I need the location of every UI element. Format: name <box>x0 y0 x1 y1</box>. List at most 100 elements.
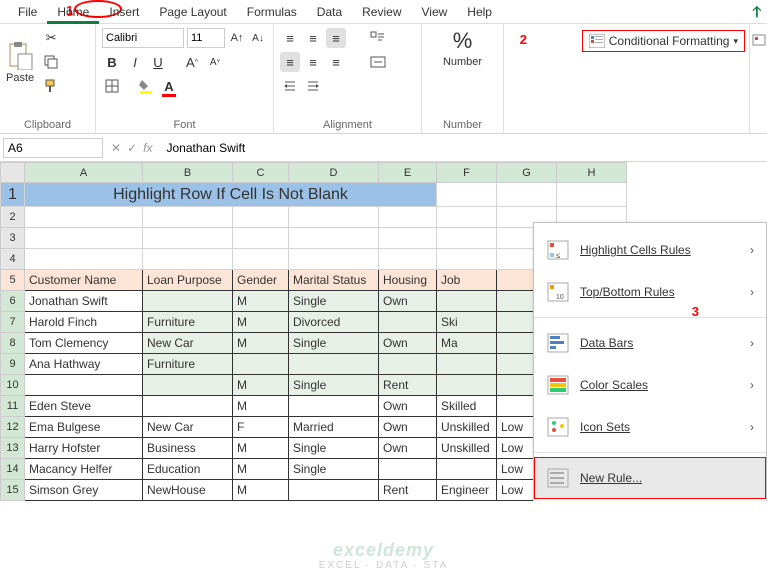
increase-font-a-button[interactable]: A^ <box>182 52 202 72</box>
cell[interactable] <box>379 207 437 228</box>
cell[interactable] <box>497 183 557 207</box>
cell[interactable]: Married <box>289 417 379 438</box>
cell[interactable] <box>233 228 289 249</box>
cell[interactable]: Rent <box>379 480 437 501</box>
cell[interactable] <box>289 354 379 375</box>
share-icon[interactable] <box>749 5 767 19</box>
cell[interactable]: Unskilled <box>437 438 497 459</box>
menu-data-bars[interactable]: Data Bars › <box>534 322 766 364</box>
paste-button[interactable]: Paste <box>6 40 34 84</box>
cell[interactable]: Furniture <box>143 354 233 375</box>
cell[interactable]: Single <box>289 291 379 312</box>
align-left-button[interactable]: ≡ <box>280 52 300 72</box>
cell[interactable] <box>437 354 497 375</box>
cell[interactable]: M <box>233 375 289 396</box>
cell[interactable]: Ana Hathway <box>25 354 143 375</box>
cell[interactable] <box>437 207 497 228</box>
cell[interactable]: Skilled <box>437 396 497 417</box>
cell[interactable]: M <box>233 291 289 312</box>
cell[interactable] <box>379 459 437 480</box>
cell[interactable]: M <box>233 480 289 501</box>
menu-formulas[interactable]: Formulas <box>237 2 307 22</box>
cell[interactable] <box>379 228 437 249</box>
cell[interactable]: Single <box>289 438 379 459</box>
menu-color-scales[interactable]: Color Scales › <box>534 364 766 406</box>
cell[interactable] <box>143 228 233 249</box>
row-head-1[interactable]: 1 <box>1 183 25 207</box>
cell[interactable] <box>25 228 143 249</box>
cell[interactable]: Education <box>143 459 233 480</box>
row-head-5[interactable]: 5 <box>1 270 25 291</box>
cell[interactable] <box>289 396 379 417</box>
row-head-4[interactable]: 4 <box>1 249 25 270</box>
cell[interactable]: Own <box>379 333 437 354</box>
cell[interactable] <box>233 249 289 270</box>
increase-indent-button[interactable] <box>303 76 323 96</box>
cell[interactable]: Harry Hofster <box>25 438 143 459</box>
cell[interactable]: Macancy Helfer <box>25 459 143 480</box>
cell[interactable] <box>25 207 143 228</box>
cell[interactable]: Customer Name <box>25 270 143 291</box>
row-head-7[interactable]: 7 <box>1 312 25 333</box>
cell[interactable]: Own <box>379 291 437 312</box>
cell[interactable]: Harold Finch <box>25 312 143 333</box>
font-size-select[interactable] <box>187 28 225 48</box>
cell[interactable] <box>143 375 233 396</box>
col-head-E[interactable]: E <box>379 163 437 183</box>
menu-top-bottom-rules[interactable]: 10 Top/Bottom Rules › <box>534 271 766 313</box>
cell[interactable]: F <box>233 417 289 438</box>
menu-file[interactable]: File <box>8 2 47 22</box>
menu-highlight-cells-rules[interactable]: ≤ Highlight Cells Rules › <box>534 229 766 271</box>
cell[interactable] <box>437 375 497 396</box>
cell[interactable]: Job <box>437 270 497 291</box>
cell[interactable]: Own <box>379 417 437 438</box>
cell[interactable]: Highlight Row If Cell Is Not Blank <box>25 183 437 207</box>
styles-icon[interactable] <box>752 34 766 48</box>
row-head-9[interactable]: 9 <box>1 354 25 375</box>
cell[interactable] <box>557 183 627 207</box>
formula-input[interactable] <box>160 139 767 157</box>
align-mid-button[interactable]: ≡ <box>303 28 323 48</box>
cell[interactable]: Single <box>289 333 379 354</box>
cell[interactable] <box>143 291 233 312</box>
merge-button[interactable] <box>368 52 388 72</box>
cell[interactable] <box>143 396 233 417</box>
name-box[interactable] <box>3 138 103 158</box>
menu-data[interactable]: Data <box>307 2 352 22</box>
row-head-10[interactable]: 10 <box>1 375 25 396</box>
cell[interactable]: Eden Steve <box>25 396 143 417</box>
cell[interactable]: Ema Bulgese <box>25 417 143 438</box>
cell[interactable]: Marital Status <box>289 270 379 291</box>
col-head-C[interactable]: C <box>233 163 289 183</box>
cell[interactable] <box>437 183 497 207</box>
cell[interactable]: Ma <box>437 333 497 354</box>
row-head-15[interactable]: 15 <box>1 480 25 501</box>
menu-review[interactable]: Review <box>352 2 411 22</box>
cell[interactable]: Divorced <box>289 312 379 333</box>
cell[interactable]: Own <box>379 396 437 417</box>
menu-home[interactable]: Home <box>47 2 99 22</box>
format-painter-button[interactable] <box>41 76 61 96</box>
borders-button[interactable] <box>102 76 122 96</box>
wrap-text-button[interactable] <box>368 28 388 48</box>
col-head-D[interactable]: D <box>289 163 379 183</box>
col-head-G[interactable]: G <box>497 163 557 183</box>
cell[interactable] <box>25 249 143 270</box>
cancel-formula-icon[interactable]: ✕ <box>111 141 121 155</box>
cell[interactable]: Single <box>289 459 379 480</box>
copy-button[interactable] <box>41 52 61 72</box>
cell[interactable] <box>379 354 437 375</box>
align-right-button[interactable]: ≡ <box>326 52 346 72</box>
cell[interactable]: M <box>233 438 289 459</box>
menu-insert[interactable]: Insert <box>99 2 149 22</box>
cell[interactable]: Engineer <box>437 480 497 501</box>
fx-icon[interactable]: fx <box>143 141 152 155</box>
cell[interactable] <box>437 249 497 270</box>
percent-button[interactable]: % Number <box>443 28 482 68</box>
enter-formula-icon[interactable]: ✓ <box>127 141 137 155</box>
cell[interactable]: Jonathan Swift <box>25 291 143 312</box>
decrease-font-button[interactable]: A↓ <box>249 28 267 48</box>
cell[interactable] <box>437 228 497 249</box>
cell[interactable]: Rent <box>379 375 437 396</box>
cell[interactable]: New Car <box>143 417 233 438</box>
